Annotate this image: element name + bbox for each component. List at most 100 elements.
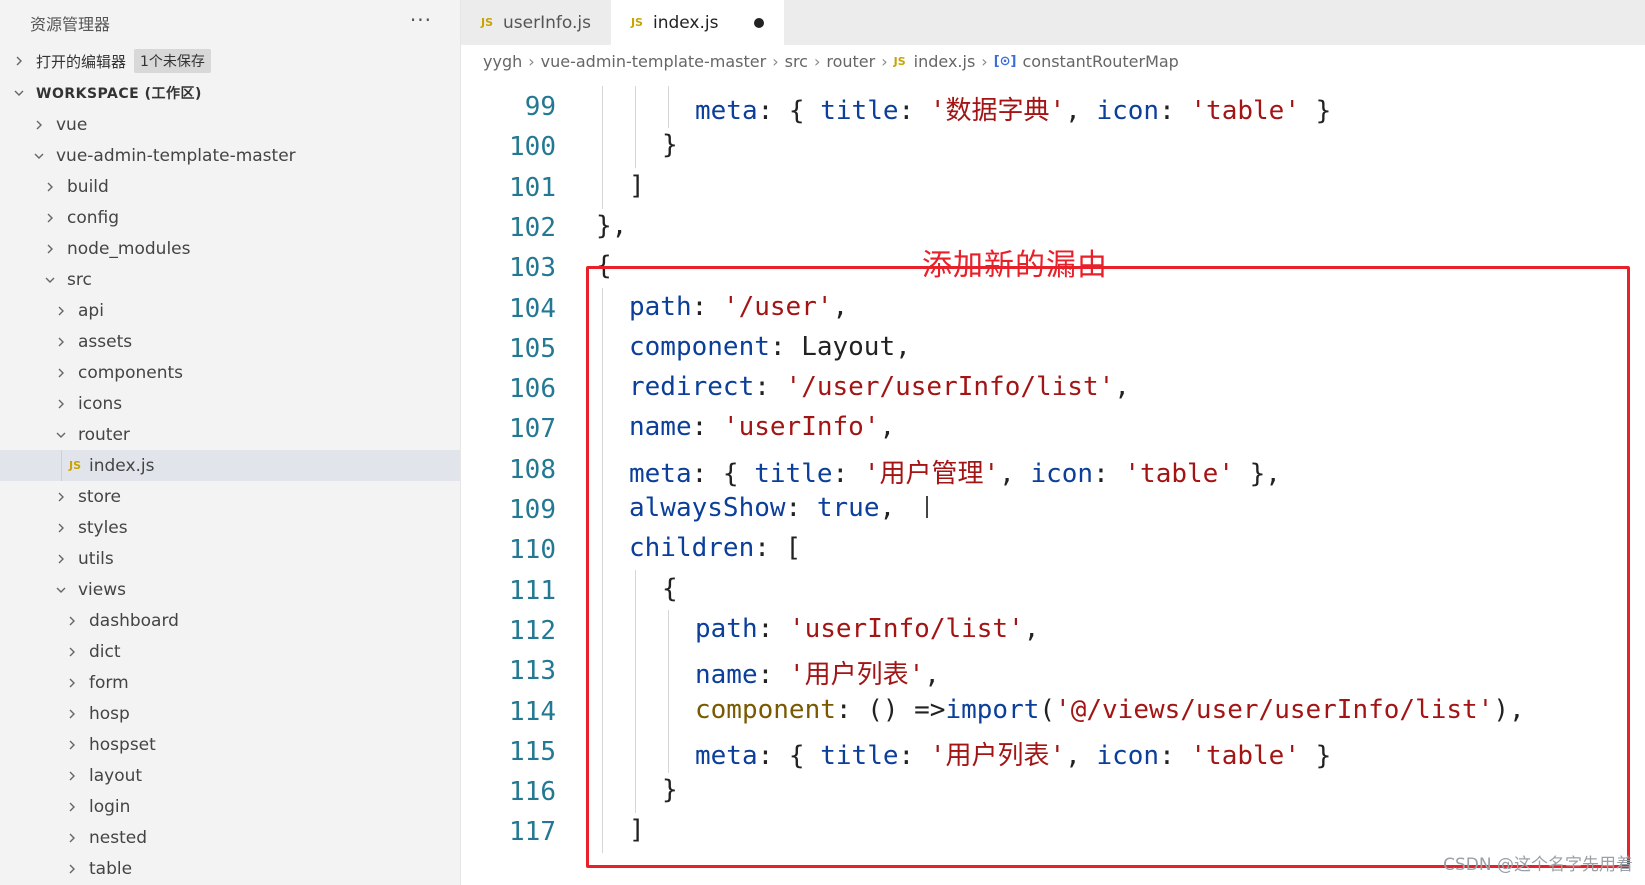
code-token: : [: [754, 533, 802, 564]
tree-folder-item[interactable]: form: [0, 667, 460, 698]
tree-item-label: table: [89, 858, 133, 879]
line-number: 112: [509, 615, 556, 646]
tree-folder-item[interactable]: config: [0, 202, 460, 233]
unsaved-dot-icon[interactable]: [754, 17, 765, 28]
code-line[interactable]: 117]: [461, 811, 1645, 854]
code-token: }: [1299, 96, 1332, 126]
indent-guide: [635, 609, 636, 652]
tree-folder-item[interactable]: vue: [0, 109, 460, 140]
tree-item-label: dashboard: [89, 610, 179, 631]
tree-folder-item[interactable]: assets: [0, 326, 460, 357]
breadcrumb-item[interactable]: router: [826, 52, 875, 71]
tree-folder-item[interactable]: layout: [0, 760, 460, 791]
tree-item-label: assets: [78, 331, 133, 352]
chevron-right-icon: [30, 119, 48, 131]
tree-folder-item[interactable]: utils: [0, 543, 460, 574]
code-token: '数据字典': [929, 96, 1066, 126]
tree-folder-item[interactable]: build: [0, 171, 460, 202]
code-line[interactable]: 108 meta: { title: '用户管理', icon: 'table' …: [461, 448, 1645, 491]
code-token: : () =>: [835, 694, 946, 725]
breadcrumb-item[interactable]: vue-admin-template-master: [541, 52, 767, 71]
code-editor[interactable]: 99 meta: { title: '数据字典', icon: 'table' }…: [461, 78, 1645, 885]
code-line[interactable]: 106 redirect: '/user/userInfo/list',: [461, 368, 1645, 411]
watermark: CSDN @这个名字先用着: [1443, 855, 1633, 875]
tree-folder-item[interactable]: node_modules: [0, 233, 460, 264]
tree-folder-item[interactable]: icons: [0, 388, 460, 419]
tree-folder-item[interactable]: login: [0, 791, 460, 822]
code-line[interactable]: 116}: [461, 771, 1645, 814]
code-text: component: () =>import('@/views/user/use…: [695, 695, 1525, 725]
line-number: 103: [509, 253, 556, 284]
code-line[interactable]: 111 {: [461, 569, 1645, 612]
tree-file-item[interactable]: JS index.js: [0, 450, 460, 481]
code-line[interactable]: 110 children: [: [461, 529, 1645, 572]
tree-folder-item[interactable]: vue-admin-template-master: [0, 140, 460, 171]
tree-item-label: hosp: [89, 703, 130, 724]
code-token: : Layout,: [769, 331, 911, 362]
tab-index-js[interactable]: JS index.js: [610, 0, 785, 45]
tree-folder-item[interactable]: dict: [0, 636, 460, 667]
code-token: :: [785, 493, 817, 523]
tree-item-label: dict: [89, 641, 121, 662]
indent-guide: [635, 569, 636, 612]
tree-folder-item[interactable]: hospset: [0, 729, 460, 760]
code-token: redirect: [629, 372, 755, 403]
tree-folder-item[interactable]: api: [0, 295, 460, 326]
code-token: children: [629, 533, 755, 564]
code-text: path: '/user',: [629, 292, 848, 322]
tree-folder-item[interactable]: views: [0, 574, 460, 605]
tree-item-label: store: [78, 486, 121, 507]
tree-folder-item[interactable]: styles: [0, 512, 460, 543]
code-token: : {: [757, 740, 821, 771]
code-line[interactable]: 101]: [461, 166, 1645, 209]
tab-userinfo-js[interactable]: JS userInfo.js: [461, 0, 611, 45]
tree-item-label: form: [89, 672, 129, 693]
tree-folder-item[interactable]: router: [0, 419, 460, 450]
code-line[interactable]: 105 component: Layout,: [461, 327, 1645, 370]
code-line[interactable]: 107 name: 'userInfo',: [461, 408, 1645, 451]
code-token: ,: [1065, 740, 1097, 771]
code-text: meta: { title: '用户管理', icon: 'table' },: [629, 453, 1281, 490]
code-line[interactable]: 104 path: '/user',: [461, 287, 1645, 330]
tree-folder-item[interactable]: table: [0, 853, 460, 884]
code-line[interactable]: 99 meta: { title: '数据字典', icon: 'table' }: [461, 86, 1645, 128]
more-actions-icon[interactable]: ···: [410, 8, 432, 32]
code-line[interactable]: 109 alwaysShow: true,: [461, 489, 1645, 531]
code-line[interactable]: 115 meta: { title: '用户列表', icon: 'table' …: [461, 730, 1645, 773]
tree-folder-item[interactable]: components: [0, 357, 460, 388]
tree-folder-item[interactable]: dashboard: [0, 605, 460, 636]
breadcrumb-item[interactable]: constantRouterMap: [1022, 52, 1178, 71]
chevron-down-icon: [52, 584, 70, 596]
indent-guide: [61, 450, 62, 481]
breadcrumb-item[interactable]: index.js: [914, 52, 976, 71]
breadcrumb-item[interactable]: yygh: [483, 52, 522, 71]
open-editors-section[interactable]: 打开的编辑器 1个未保存: [0, 45, 460, 77]
tree-folder-item[interactable]: hosp: [0, 698, 460, 729]
code-text: }: [662, 130, 678, 160]
code-line[interactable]: 114 component: () =>import('@/views/user/…: [461, 690, 1645, 733]
code-line[interactable]: 100}: [461, 126, 1645, 169]
code-token: }: [662, 775, 678, 806]
indent-guide: [635, 690, 636, 733]
workspace-section[interactable]: WORKSPACE (工作区): [0, 77, 460, 109]
indent-guide: [635, 86, 636, 128]
chevron-right-icon: [63, 615, 81, 627]
tree-folder-item[interactable]: nested: [0, 822, 460, 853]
breadcrumb-item[interactable]: src: [785, 52, 808, 71]
code-token: '/user': [722, 291, 833, 322]
indent-guide: [668, 730, 669, 773]
tree-item-label: index.js: [89, 455, 155, 476]
line-number: 113: [509, 656, 556, 687]
chevron-right-icon: [52, 553, 70, 565]
tree-item-label: styles: [78, 517, 128, 538]
tree-folder-item[interactable]: store: [0, 481, 460, 512]
code-line[interactable]: 112 path: 'userInfo/list',: [461, 609, 1645, 652]
tree-folder-item[interactable]: src: [0, 264, 460, 295]
chevron-right-icon: ›: [881, 52, 888, 71]
indent-guide: [602, 408, 603, 451]
chevron-right-icon: [63, 863, 81, 875]
chevron-right-icon: [63, 677, 81, 689]
code-line[interactable]: 113 name: '用户列表',: [461, 650, 1645, 693]
chevron-right-icon: ›: [813, 52, 821, 71]
indent-guide: [668, 650, 669, 693]
